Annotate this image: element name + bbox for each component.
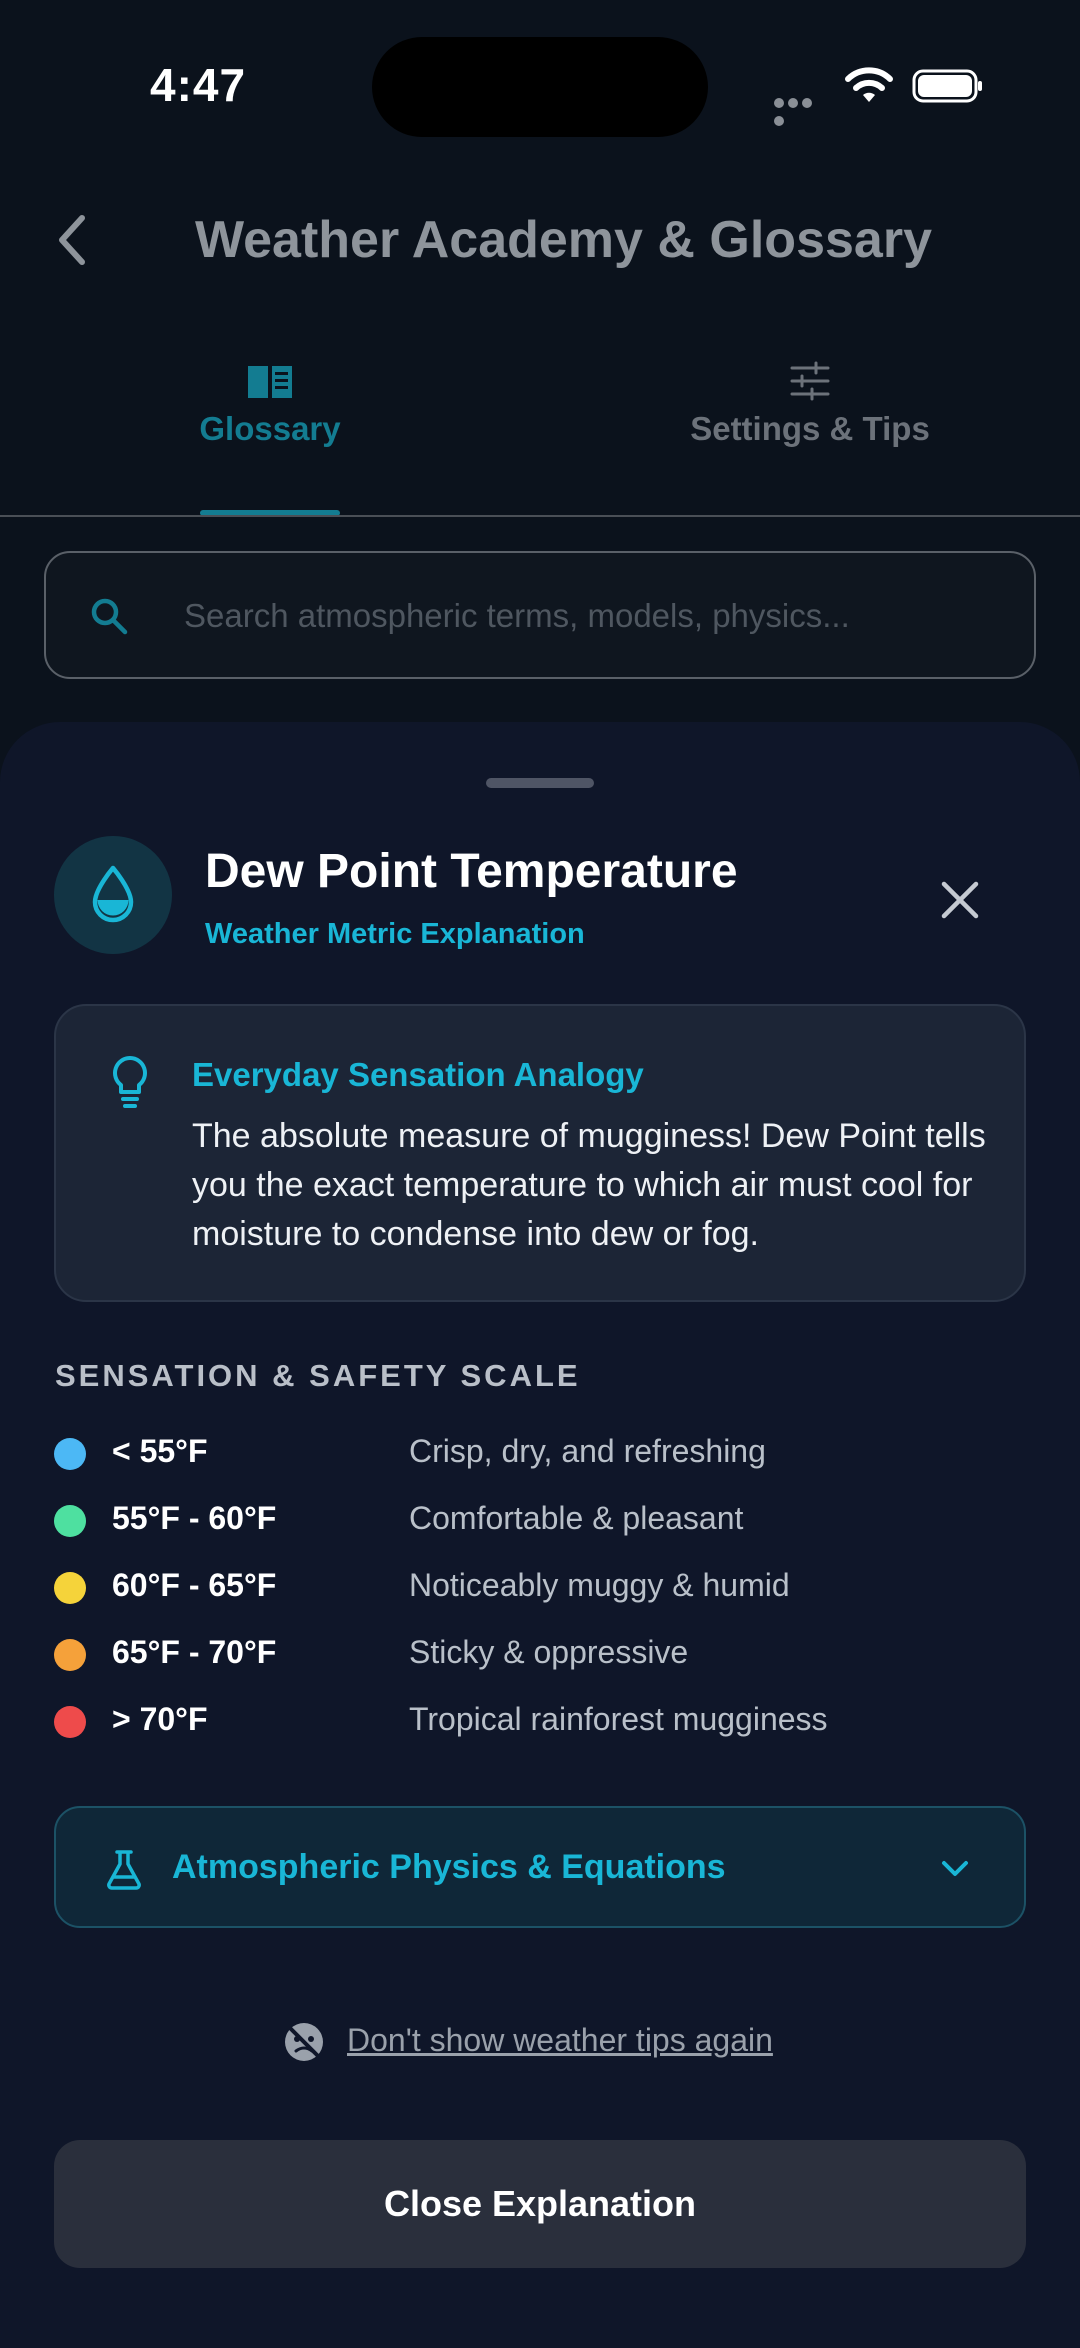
scale-color-dot [54,1438,86,1470]
sheet-title: Dew Point Temperature [205,845,738,898]
scale-heading: SENSATION & SAFETY SCALE [55,1358,581,1393]
physics-accordion-label: Atmospheric Physics & Equations [172,1848,726,1886]
scale-color-dot [54,1505,86,1537]
scale-range: 60°F - 65°F [112,1567,277,1603]
scale-desc: Crisp, dry, and refreshing [409,1433,766,1469]
scale-color-dot [54,1639,86,1671]
status-time: 4:47 [150,59,247,111]
search-icon [91,598,128,635]
metric-icon-badge [54,836,172,954]
wifi-icon [845,67,893,102]
tab-divider [0,515,1080,517]
back-chevron-icon[interactable] [50,210,100,270]
dont-show-tips-link[interactable]: Don't show weather tips again [347,2022,773,2059]
hide-tips-row: Don't show weather tips again [0,2016,1080,2076]
scale-row: 65°F - 70°F Sticky & oppressive [54,1631,1054,1681]
tab-glossary-label: Glossary [199,410,341,447]
scale-row: 55°F - 60°F Comfortable & pleasant [54,1497,1054,1547]
chevron-down-icon [942,1861,968,1876]
sliders-icon [790,361,830,401]
battery-icon [912,69,982,103]
analogy-title: Everyday Sensation Analogy [192,1056,644,1093]
scale-desc: Comfortable & pleasant [409,1500,744,1536]
scale-color-dot [54,1572,86,1604]
scale-row: > 70°F Tropical rainforest mugginess [54,1698,1054,1748]
scale-range: 55°F - 60°F [112,1500,277,1536]
scale-range: > 70°F [112,1701,208,1737]
tab-glossary[interactable]: Glossary [120,360,420,448]
scale-range: < 55°F [112,1433,208,1469]
scale-desc: Noticeably muggy & humid [409,1567,790,1603]
explanation-sheet: Dew Point Temperature Weather Metric Exp… [0,722,1080,2348]
dynamic-island [372,37,708,137]
scale-desc: Tropical rainforest mugginess [409,1701,828,1737]
status-bar: 4:47 [0,0,1080,170]
page-title: Weather Academy & Glossary [195,211,932,269]
scale-range: 65°F - 70°F [112,1634,277,1670]
tips-off-icon [285,2023,323,2061]
cellular-dots-icon [774,95,828,126]
physics-accordion[interactable]: Atmospheric Physics & Equations [54,1806,1026,1928]
scale-desc: Sticky & oppressive [409,1634,689,1670]
scale-row: < 55°F Crisp, dry, and refreshing [54,1430,1054,1480]
analogy-card: Everyday Sensation Analogy The absolute … [54,1004,1026,1302]
analogy-body: The absolute measure of mugginess! Dew P… [192,1117,986,1253]
close-icon[interactable] [930,870,990,930]
scale-color-dot [54,1706,86,1738]
sheet-drag-handle[interactable] [486,778,594,788]
scale-row: 60°F - 65°F Noticeably muggy & humid [54,1564,1054,1614]
search-box[interactable] [44,551,1036,679]
book-icon [248,366,292,398]
tab-settings[interactable]: Settings & Tips [660,360,960,448]
search-input[interactable] [184,583,1004,649]
lightbulb-icon [113,1056,147,1108]
sheet-subtitle: Weather Metric Explanation [205,918,585,950]
tab-settings-label: Settings & Tips [690,410,930,447]
flask-icon [107,1850,141,1890]
water-drop-icon [92,865,134,923]
close-explanation-button[interactable]: Close Explanation [54,2140,1026,2268]
